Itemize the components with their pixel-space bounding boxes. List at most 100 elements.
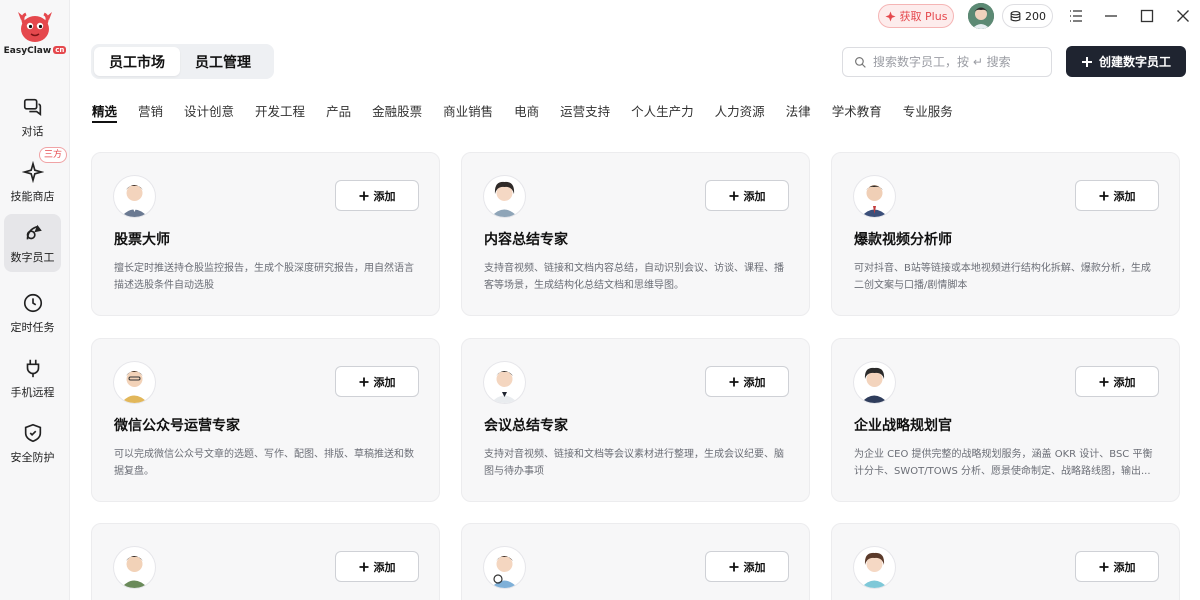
add-label: 添加 <box>1113 560 1136 574</box>
crab-mascot-icon <box>18 12 52 42</box>
menu-button[interactable] <box>1066 6 1086 26</box>
category-tab[interactable]: 个人生产力 <box>631 101 694 123</box>
maximize-icon <box>1140 9 1154 23</box>
category-tab[interactable]: 电商 <box>514 101 539 123</box>
get-plus-button[interactable]: 获取 Plus <box>878 4 954 28</box>
main-tabs: 员工市场 员工管理 <box>91 44 274 79</box>
category-tab[interactable]: 学术教育 <box>832 101 882 123</box>
employee-avatar-icon <box>121 371 148 403</box>
employee-card[interactable]: 添加 企业战略规划官 为企业 CEO 提供完整的战略规划服务，涵盖 OKR 设计… <box>831 338 1180 502</box>
employee-card[interactable]: 添加 <box>461 523 810 600</box>
sidebar-item-security[interactable]: 安全防护 <box>4 414 61 472</box>
maximize-button[interactable] <box>1137 6 1157 26</box>
category-tab[interactable]: 人力资源 <box>715 101 765 123</box>
employee-card[interactable]: 添加 <box>91 523 440 600</box>
close-icon <box>1177 10 1189 22</box>
employee-description: 支持音视频、链接和文档内容总结，自动识别会议、访谈、课程、播客等场景，生成结构化… <box>484 263 784 291</box>
sidebar-item-phone-remote[interactable]: 手机远程 <box>4 349 61 407</box>
add-label: 添加 <box>373 189 396 203</box>
logo-text: EasyClaw <box>3 46 52 56</box>
employee-avatar <box>114 547 155 588</box>
title-bar: 获取 Plus 200 <box>70 0 1200 34</box>
add-employee-button[interactable]: 添加 <box>1075 180 1159 211</box>
employee-card[interactable]: 添加 股票大师 擅长定时推送持仓股监控报告，生成个股深度研究报告，用自然语言描述… <box>91 152 440 316</box>
category-tab[interactable]: 专业服务 <box>903 101 953 123</box>
minimize-button[interactable] <box>1101 6 1121 26</box>
employee-avatar-icon <box>121 556 148 588</box>
plus-icon <box>729 562 738 571</box>
minimize-icon <box>1105 15 1117 17</box>
list-menu-icon <box>1070 10 1082 22</box>
get-plus-label: 获取 Plus <box>899 10 948 23</box>
add-employee-button[interactable]: 添加 <box>705 180 789 211</box>
third-party-badge: 三方 <box>38 147 67 163</box>
close-button[interactable] <box>1173 6 1193 26</box>
employee-avatar-icon <box>861 367 888 403</box>
employee-avatar-icon <box>491 556 518 588</box>
employee-avatar <box>114 176 155 217</box>
employee-card[interactable]: 添加 微信公众号运营专家 可以完成微信公众号文章的选题、写作、配图、排版、草稿推… <box>91 338 440 502</box>
employee-card[interactable]: 添加 <box>831 523 1180 600</box>
category-tab[interactable]: 精选 <box>92 101 118 123</box>
add-label: 添加 <box>1113 375 1136 389</box>
create-button-label: 创建数字员工 <box>1098 55 1171 69</box>
user-avatar[interactable] <box>968 3 994 29</box>
employee-card[interactable]: 添加 会议总结专家 支持对音视频、链接和文档等会议素材进行整理，生成会议纪要、脑… <box>461 338 810 502</box>
add-employee-button[interactable]: 添加 <box>335 366 419 397</box>
sidebar-item-digital-employee[interactable]: 数字员工 <box>4 214 61 272</box>
employee-description: 可对抖音、B站等链接或本地视频进行结构化拆解、爆款分析，生成二创文案与口播/剧情… <box>854 263 1151 291</box>
chat-icon <box>23 98 41 116</box>
create-digital-employee-button[interactable]: 创建数字员工 <box>1066 46 1186 77</box>
add-label: 添加 <box>743 189 766 203</box>
search-icon <box>855 56 866 68</box>
credits-badge[interactable]: 200 <box>1002 4 1053 28</box>
add-label: 添加 <box>743 560 766 574</box>
category-tab[interactable]: 设计创意 <box>184 101 234 123</box>
sidebar-item-chat[interactable]: 对话 <box>4 88 61 146</box>
add-employee-button[interactable]: 添加 <box>705 551 789 582</box>
add-employee-button[interactable]: 添加 <box>705 366 789 397</box>
employee-name: 爆款视频分析师 <box>854 232 952 248</box>
category-tab[interactable]: 开发工程 <box>255 101 305 123</box>
employee-avatar-icon <box>121 185 148 217</box>
search-box[interactable] <box>842 47 1052 77</box>
sidebar-item-label: 安全防护 <box>10 451 55 464</box>
sidebar-item-label: 技能商店 <box>10 190 55 203</box>
search-input[interactable] <box>873 55 1043 69</box>
employee-avatar-icon <box>491 371 518 403</box>
employee-name: 内容总结专家 <box>484 232 568 248</box>
sparkle-icon <box>885 10 896 22</box>
add-employee-button[interactable]: 添加 <box>335 551 419 582</box>
category-tab[interactable]: 金融股票 <box>372 101 422 123</box>
sparkle-icon <box>21 161 44 183</box>
employee-card[interactable]: 添加 内容总结专家 支持音视频、链接和文档内容总结，自动识别会议、访谈、课程、播… <box>461 152 810 316</box>
plus-icon <box>729 191 738 200</box>
category-tab[interactable]: 运营支持 <box>560 101 610 123</box>
add-label: 添加 <box>373 560 396 574</box>
category-tab[interactable]: 商业销售 <box>443 101 493 123</box>
app-logo[interactable]: EasyClaw cn <box>0 10 70 56</box>
sidebar-item-scheduled-tasks[interactable]: 定时任务 <box>4 284 61 342</box>
employee-avatar <box>854 176 895 217</box>
category-tab[interactable]: 法律 <box>786 101 811 123</box>
employee-avatar-icon <box>861 185 888 217</box>
coin-stack-icon <box>1010 10 1021 21</box>
add-label: 添加 <box>373 375 396 389</box>
plus-icon <box>359 377 368 386</box>
employee-card[interactable]: 添加 爆款视频分析师 可对抖音、B站等链接或本地视频进行结构化拆解、爆款分析，生… <box>831 152 1180 316</box>
credits-value: 200 <box>1025 9 1046 23</box>
sidebar-item-skill-store[interactable]: 三方 技能商店 <box>4 147 67 211</box>
user-avatar-icon <box>968 3 994 29</box>
clock-icon <box>23 293 42 313</box>
add-employee-button[interactable]: 添加 <box>1075 366 1159 397</box>
employee-name: 企业战略规划官 <box>854 418 952 434</box>
tab-employee-management[interactable]: 员工管理 <box>180 47 266 76</box>
add-employee-button[interactable]: 添加 <box>1075 551 1159 582</box>
category-tab[interactable]: 营销 <box>138 101 163 123</box>
sidebar-item-label: 手机远程 <box>10 386 55 399</box>
add-employee-button[interactable]: 添加 <box>335 180 419 211</box>
employee-avatar <box>484 547 525 588</box>
category-tab[interactable]: 产品 <box>326 101 351 123</box>
tab-employee-market[interactable]: 员工市场 <box>94 47 180 76</box>
employee-description: 为企业 CEO 提供完整的战略规划服务，涵盖 OKR 设计、BSC 平衡计分卡、… <box>854 449 1153 477</box>
